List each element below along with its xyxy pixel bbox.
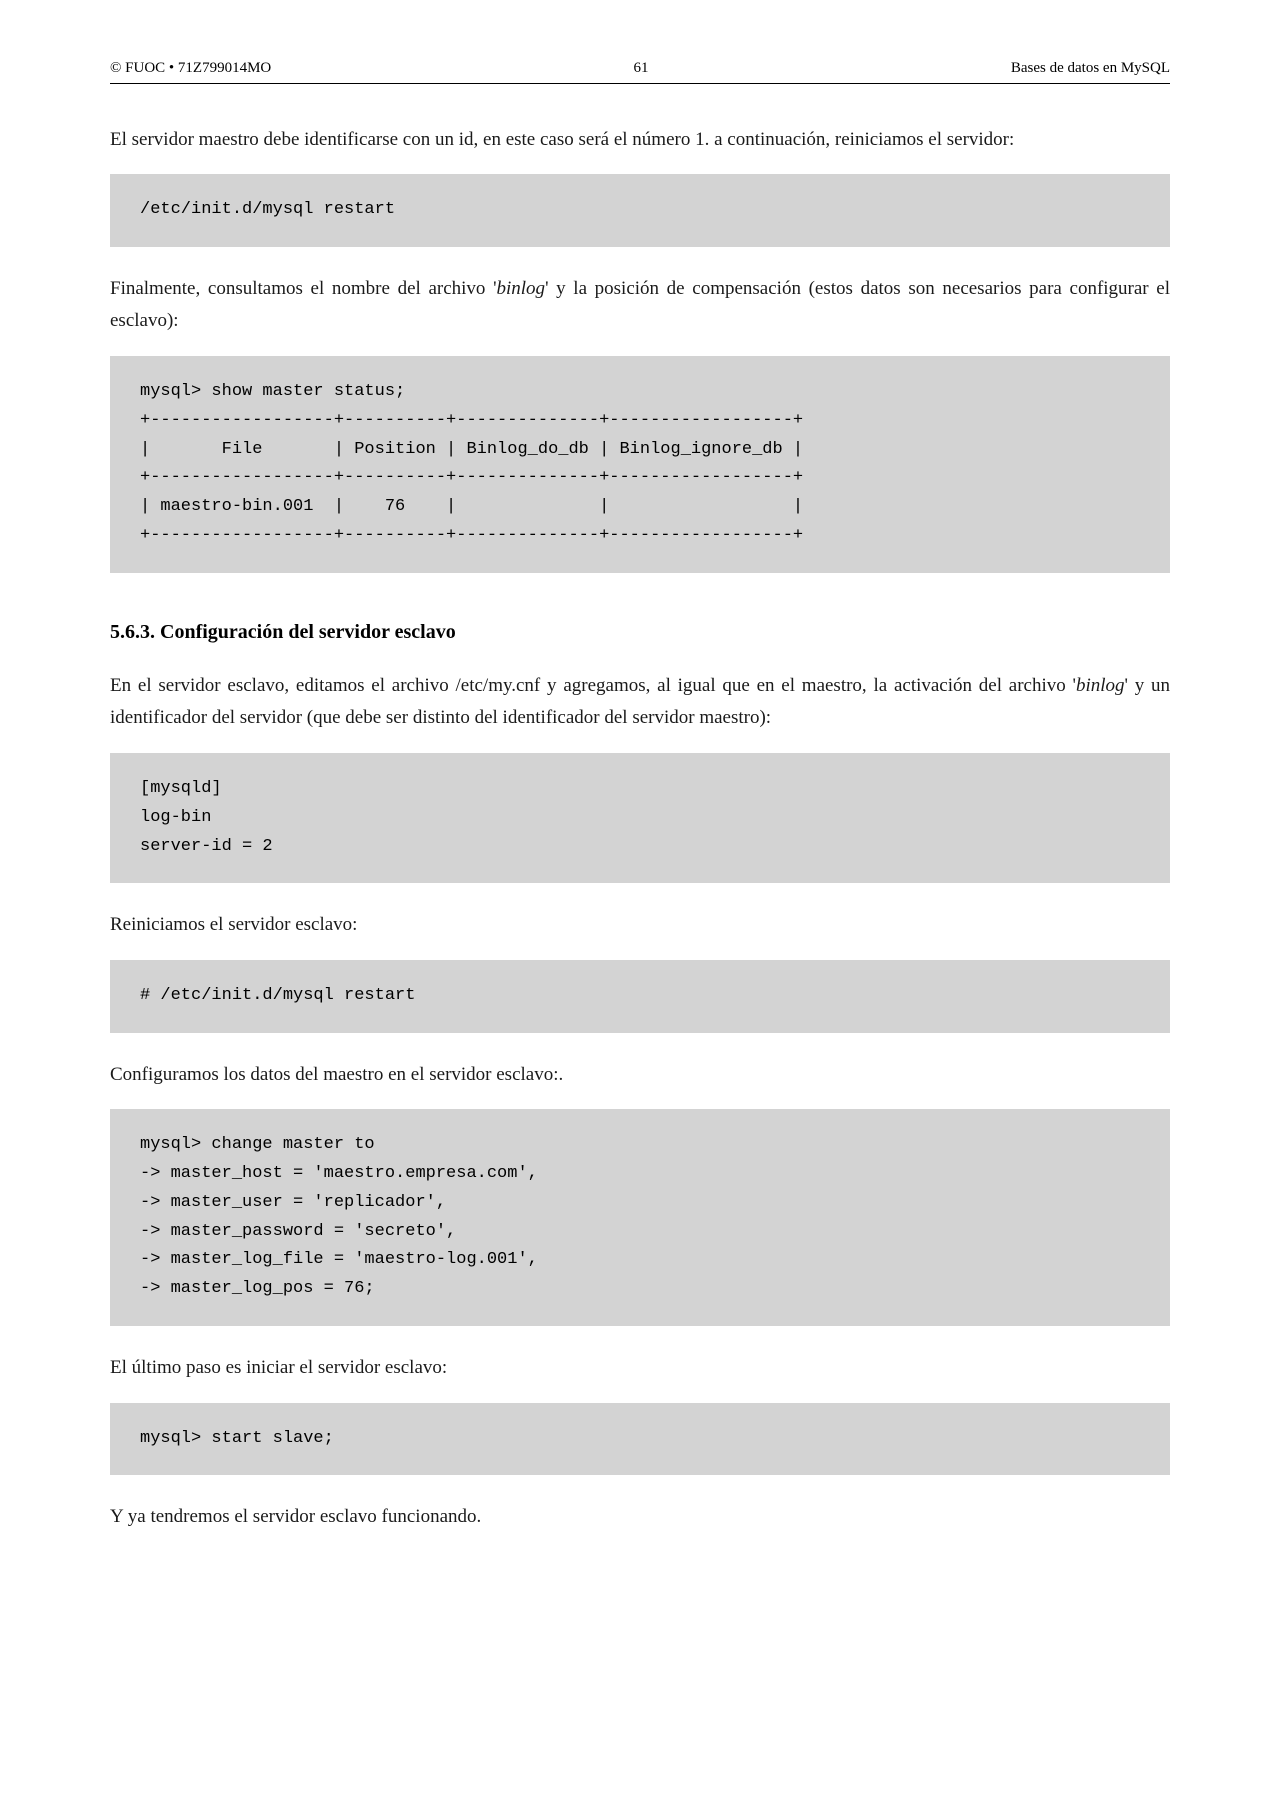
code-block-restart-slave: # /etc/init.d/mysql restart — [110, 960, 1170, 1033]
code-block-show-master-status: mysql> show master status; +------------… — [110, 356, 1170, 573]
italic-text: binlog — [1076, 675, 1125, 696]
code-block-mycnf-slave: [mysqld] log-bin server-id = 2 — [110, 753, 1170, 884]
header-right: Bases de datos en MySQL — [1011, 60, 1170, 77]
page-header: © FUOC • 71Z799014MO 61 Bases de datos e… — [110, 60, 1170, 84]
paragraph: Finalmente, consultamos el nombre del ar… — [110, 273, 1170, 338]
paragraph: Y ya tendremos el servidor esclavo funci… — [110, 1501, 1170, 1533]
paragraph: Reiniciamos el servidor esclavo: — [110, 909, 1170, 941]
text-span: Finalmente, consultamos el nombre del ar… — [110, 278, 497, 299]
document-page: © FUOC • 71Z799014MO 61 Bases de datos e… — [0, 60, 1280, 1534]
section-heading: 5.6.3. Configuración del servidor esclav… — [110, 621, 1170, 644]
paragraph: En el servidor esclavo, editamos el arch… — [110, 670, 1170, 735]
italic-text: binlog — [497, 278, 546, 299]
code-block-restart-master: /etc/init.d/mysql restart — [110, 174, 1170, 247]
header-page-number: 61 — [634, 60, 649, 77]
code-block-start-slave: mysql> start slave; — [110, 1403, 1170, 1476]
header-left: © FUOC • 71Z799014MO — [110, 60, 271, 77]
text-span: En el servidor esclavo, editamos el arch… — [110, 675, 1076, 696]
paragraph: El servidor maestro debe identificarse c… — [110, 124, 1170, 156]
paragraph: El último paso es iniciar el servidor es… — [110, 1352, 1170, 1384]
code-block-change-master: mysql> change master to -> master_host =… — [110, 1109, 1170, 1326]
paragraph: Configuramos los datos del maestro en el… — [110, 1059, 1170, 1091]
